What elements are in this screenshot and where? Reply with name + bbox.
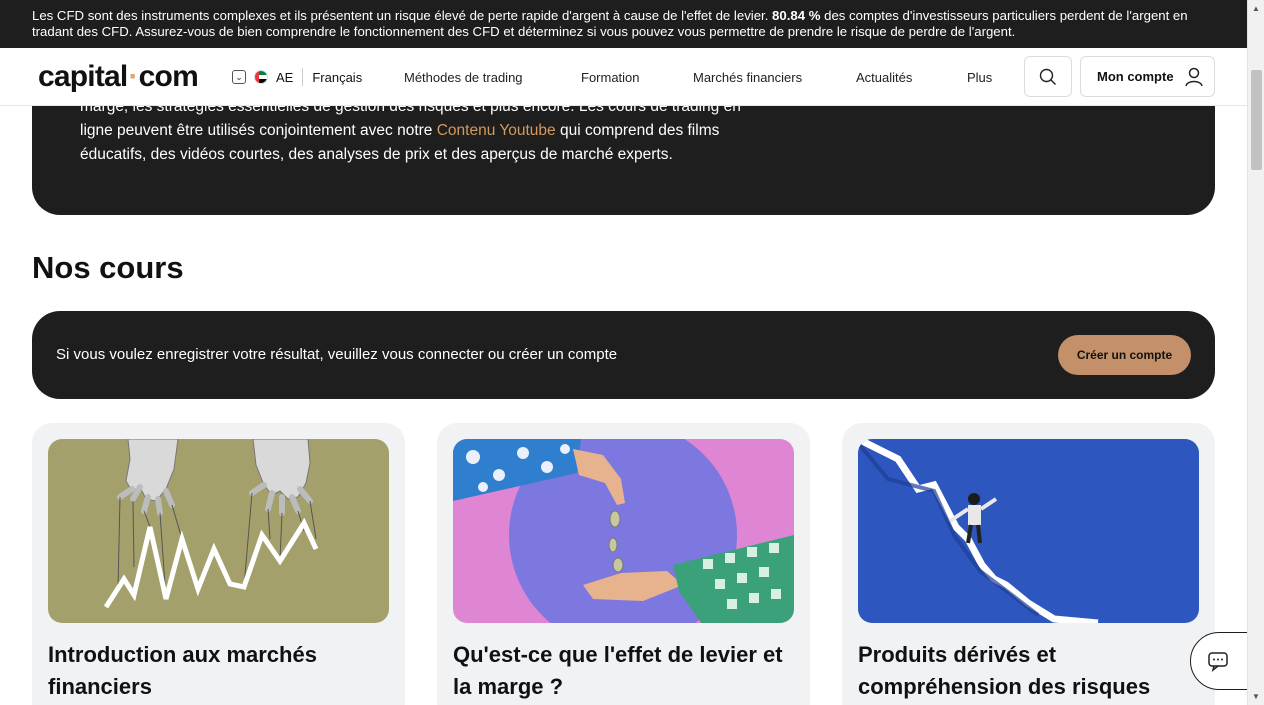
chat-icon — [1208, 652, 1228, 672]
intro-line-2: ligne peuvent être utilisés conjointemen… — [80, 119, 780, 143]
logo-dot: · — [128, 60, 138, 93]
top-navigation: capital·com ⌄ AE Français Méthodes de tr… — [0, 48, 1247, 106]
courses-heading: Nos cours — [32, 250, 184, 285]
scrollbar-thumb[interactable] — [1251, 70, 1262, 170]
intro-line-2-text: ligne peuvent être utilisés conjointemen… — [80, 122, 437, 139]
nav-more[interactable]: Plus — [967, 70, 992, 85]
chat-button[interactable] — [1190, 632, 1250, 690]
course-image-falling-chart — [858, 439, 1199, 623]
course-image-coins-hands — [453, 439, 794, 623]
course-title[interactable]: Produits dérivés et compréhension des ri… — [858, 639, 1199, 703]
course-title[interactable]: Introduction aux marchés financiers — [48, 639, 389, 703]
page-scrollbar[interactable]: ▲ ▼ — [1247, 0, 1264, 705]
course-card[interactable]: Introduction aux marchés financiers — [32, 423, 405, 705]
youtube-link[interactable]: Contenu Youtube — [437, 122, 556, 139]
intro-line-2-end: qui comprend des films — [555, 122, 720, 139]
my-account-button[interactable]: Mon compte — [1080, 56, 1215, 97]
risk-percent: 80.84 % — [772, 8, 821, 23]
user-icon — [1184, 67, 1203, 86]
scroll-up-icon[interactable]: ▲ — [1252, 4, 1260, 13]
chevron-down-icon[interactable]: ⌄ — [232, 70, 246, 84]
nav-markets[interactable]: Marchés financiers — [693, 70, 802, 85]
region-language-selector[interactable]: ⌄ AE Français — [232, 68, 362, 86]
register-cta-banner: Si vous voulez enregistrer votre résulta… — [32, 311, 1215, 399]
nav-trading-methods[interactable]: Méthodes de trading — [404, 70, 523, 85]
logo-text-right: com — [138, 60, 199, 93]
risk-warning-banner: Les CFD sont des instruments complexes e… — [0, 0, 1247, 48]
risk-warning-text: Les CFD sont des instruments complexes e… — [32, 8, 773, 23]
course-image-puppet-hands — [48, 439, 389, 623]
cta-text: Si vous voulez enregistrer votre résulta… — [56, 346, 618, 363]
create-account-button[interactable]: Créer un compte — [1058, 335, 1191, 375]
nav-education[interactable]: Formation — [581, 70, 640, 85]
scroll-down-icon[interactable]: ▼ — [1252, 692, 1260, 701]
search-button[interactable] — [1024, 56, 1072, 97]
uae-flag-icon — [254, 70, 268, 84]
intro-line-3: éducatifs, des vidéos courtes, des analy… — [80, 146, 673, 163]
region-code[interactable]: AE — [276, 70, 293, 85]
nav-news[interactable]: Actualités — [856, 70, 912, 85]
capital-com-logo[interactable]: capital·com — [38, 60, 199, 94]
account-label: Mon compte — [1097, 69, 1174, 84]
course-title[interactable]: Qu'est-ce que l'effet de levier et la ma… — [453, 639, 794, 703]
course-card[interactable]: Qu'est-ce que l'effet de levier et la ma… — [437, 423, 810, 705]
language-label[interactable]: Français — [312, 70, 362, 85]
divider — [302, 68, 304, 86]
course-card[interactable]: Produits dérivés et compréhension des ri… — [842, 423, 1215, 705]
logo-text-left: capital — [38, 60, 128, 93]
search-icon — [1039, 68, 1056, 85]
